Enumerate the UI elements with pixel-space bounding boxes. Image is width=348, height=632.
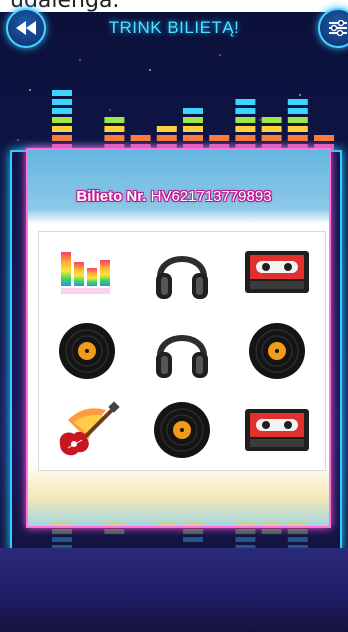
scratch-grid xyxy=(38,231,326,471)
equalizer-bar-segment xyxy=(52,537,72,542)
equalizer-bar-segment xyxy=(183,135,203,141)
cassette-icon xyxy=(245,250,310,293)
equalizer-bar-segment xyxy=(156,135,177,141)
grid-cell-6[interactable] xyxy=(230,311,325,390)
equalizer-bar-segment xyxy=(287,126,308,132)
vinyl-record-icon xyxy=(58,322,115,379)
equalizer-bar-segment xyxy=(104,117,125,123)
equalizer-bar-segment xyxy=(261,135,282,141)
equalizer-bar-segment xyxy=(287,521,308,526)
equalizer-bar-segment xyxy=(52,99,72,105)
equalizer-bar-segment xyxy=(183,537,203,542)
cut-off-text: udalenga. xyxy=(0,0,348,12)
equalizer-bar-segment xyxy=(52,108,72,114)
equalizer-bar-segment xyxy=(52,126,72,132)
equalizer-bar-segment xyxy=(235,521,256,526)
equalizer-bar-segment xyxy=(209,135,230,141)
equalizer-bar-segment xyxy=(130,135,151,141)
equalizer-bar-segment xyxy=(104,521,125,526)
grid-cell-8[interactable] xyxy=(134,391,229,470)
ticket-number-label: Bilieto Nr. xyxy=(76,188,147,205)
sliders-icon xyxy=(329,20,347,36)
equalizer-bar-segment xyxy=(287,537,308,542)
equalizer-bar-segment xyxy=(104,529,125,534)
equalizer-bar-segment xyxy=(52,117,72,123)
equalizer-bar-segment xyxy=(261,521,282,526)
equalizer-bar-segment xyxy=(235,108,256,114)
equalizer-bar-segment xyxy=(235,99,256,105)
settings-button[interactable] xyxy=(318,8,348,48)
equalizer-bar-segment xyxy=(287,135,308,141)
equalizer-bar-segment xyxy=(287,108,308,114)
vinyl-record-icon xyxy=(249,322,306,379)
equalizer-icon xyxy=(60,251,110,294)
equalizer-bar-segment xyxy=(235,529,256,534)
ticket-number: Bilieto Nr. HV621713779893 xyxy=(0,188,348,205)
grid-cell-2[interactable] xyxy=(134,232,229,311)
equalizer-bar-segment xyxy=(183,126,203,132)
equalizer-bar-segment xyxy=(52,90,72,96)
equalizer-bar-segment xyxy=(156,126,177,132)
equalizer-bar-segment xyxy=(287,117,308,123)
equalizer-bar-segment xyxy=(183,521,203,526)
headphones-icon xyxy=(155,335,208,378)
equalizer-bar-segment xyxy=(52,521,72,526)
equalizer-decoration xyxy=(52,90,334,150)
equalizer-bar-segment xyxy=(314,135,334,141)
equalizer-bar-segment xyxy=(287,529,308,534)
equalizer-bar-segment xyxy=(183,117,203,123)
grid-cell-3[interactable] xyxy=(230,232,325,311)
cassette-icon xyxy=(245,409,310,452)
equalizer-bar-segment xyxy=(52,135,72,141)
grid-cell-9[interactable] xyxy=(230,391,325,470)
equalizer-bar-segment xyxy=(235,135,256,141)
vinyl-record-icon xyxy=(153,402,210,459)
electric-guitar-icon xyxy=(59,401,120,456)
screen-title: TRINK BILIETĄ! xyxy=(108,18,240,37)
equalizer-bar-segment xyxy=(235,537,256,542)
grid-cell-7[interactable] xyxy=(39,391,134,470)
equalizer-bar-segment xyxy=(261,117,282,123)
headphones-icon xyxy=(155,255,208,299)
equalizer-bar-segment xyxy=(261,529,282,534)
equalizer-bar-segment xyxy=(104,126,125,132)
grid-cell-4[interactable] xyxy=(39,311,134,390)
scratch-ticket-screen: udalenga. TRINK BILIETĄ! Bilieto Nr. HV6… xyxy=(0,0,348,632)
grid-cell-1[interactable] xyxy=(39,232,134,311)
equalizer-bar-segment xyxy=(287,99,308,105)
ticket-number-value: HV621713779893 xyxy=(150,188,272,205)
equalizer-bar-segment xyxy=(183,108,203,114)
equalizer-bar-segment xyxy=(156,521,177,526)
equalizer-bar-segment xyxy=(104,135,125,141)
equalizer-bar-segment xyxy=(235,117,256,123)
grid-cell-5[interactable] xyxy=(134,311,229,390)
bottom-background xyxy=(0,548,348,632)
equalizer-bar-segment xyxy=(235,126,256,132)
equalizer-bar-segment xyxy=(183,529,203,534)
equalizer-bar-segment xyxy=(261,126,282,132)
equalizer-bar-segment xyxy=(52,529,72,534)
